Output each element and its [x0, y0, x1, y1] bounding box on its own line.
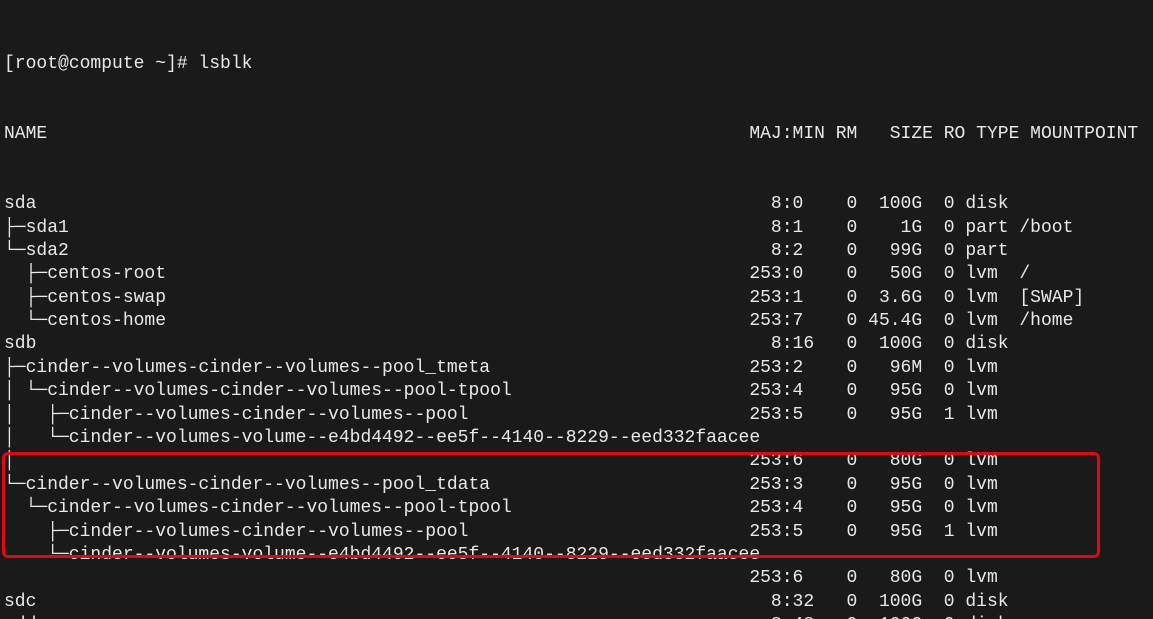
lsblk-row: ├─sda1 8:1 0 1G 0 part /boot [4, 217, 1149, 240]
lsblk-output: sda 8:0 0 100G 0 disk├─sda1 8:1 0 1G 0 p… [4, 193, 1149, 619]
lsblk-row: 253:6 0 80G 0 lvm [4, 567, 1149, 590]
lsblk-row: └─centos-home 253:7 0 45.4G 0 lvm /home [4, 310, 1149, 333]
lsblk-row: ├─centos-root 253:0 0 50G 0 lvm / [4, 263, 1149, 286]
lsblk-row: └─cinder--volumes-volume--e4bd4492--ee5f… [4, 544, 1149, 567]
lsblk-row: ├─centos-swap 253:1 0 3.6G 0 lvm [SWAP] [4, 287, 1149, 310]
lsblk-header: NAME MAJ:MIN RM SIZE RO TYPE MOUNTPOINT [4, 123, 1149, 146]
lsblk-row: sdd 8:48 0 100G 0 disk [4, 614, 1149, 619]
lsblk-row: ├─cinder--volumes-cinder--volumes--pool_… [4, 357, 1149, 380]
lsblk-row: └─sda2 8:2 0 99G 0 part [4, 240, 1149, 263]
terminal-window[interactable]: [root@compute ~]# lsblk NAME MAJ:MIN RM … [0, 0, 1153, 619]
lsblk-row: sdc 8:32 0 100G 0 disk [4, 591, 1149, 614]
lsblk-row: sda 8:0 0 100G 0 disk [4, 193, 1149, 216]
lsblk-row: sdb 8:16 0 100G 0 disk [4, 333, 1149, 356]
lsblk-row: │ └─cinder--volumes-cinder--volumes--poo… [4, 380, 1149, 403]
lsblk-row: │ ├─cinder--volumes-cinder--volumes--poo… [4, 404, 1149, 427]
lsblk-row: └─cinder--volumes-cinder--volumes--pool-… [4, 497, 1149, 520]
lsblk-row: │ 253:6 0 80G 0 lvm [4, 450, 1149, 473]
prompt-line: [root@compute ~]# lsblk [4, 53, 1149, 76]
lsblk-row: └─cinder--volumes-cinder--volumes--pool_… [4, 474, 1149, 497]
lsblk-row: │ └─cinder--volumes-volume--e4bd4492--ee… [4, 427, 1149, 450]
lsblk-row: ├─cinder--volumes-cinder--volumes--pool … [4, 521, 1149, 544]
